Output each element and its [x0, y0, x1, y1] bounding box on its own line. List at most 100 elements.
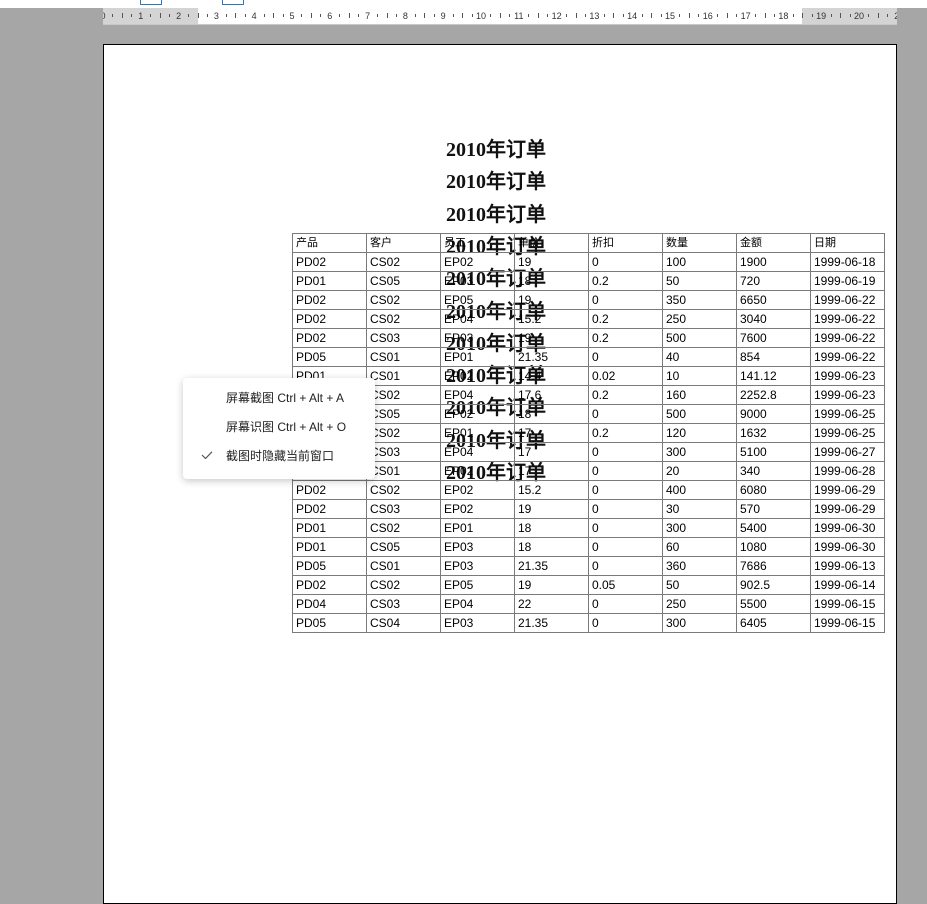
horizontal-ruler[interactable]: 012345678910111213141516171819202: [103, 8, 897, 25]
table-cell[interactable]: 250: [662, 594, 737, 614]
table-cell[interactable]: EP04: [440, 442, 515, 462]
table-cell[interactable]: CS03: [366, 499, 441, 519]
table-cell[interactable]: 2252.8: [736, 385, 811, 405]
menu-item-hide-window[interactable]: 截图时隐藏当前窗口: [183, 442, 375, 471]
table-cell[interactable]: 6650: [736, 290, 811, 310]
table-cell[interactable]: 902.5: [736, 575, 811, 595]
table-cell[interactable]: 14.4: [514, 366, 589, 386]
toolbar-button[interactable]: [140, 0, 162, 5]
table-cell[interactable]: PD01: [292, 537, 367, 557]
table-cell[interactable]: 22: [514, 594, 589, 614]
table-cell[interactable]: PD04: [292, 594, 367, 614]
table-cell[interactable]: 7686: [736, 556, 811, 576]
table-cell[interactable]: 21.35: [514, 613, 589, 633]
table-cell[interactable]: PD05: [292, 347, 367, 367]
table-cell[interactable]: 19: [514, 575, 589, 595]
table-cell[interactable]: PD05: [292, 613, 367, 633]
table-cell[interactable]: 50: [662, 271, 737, 291]
table-cell[interactable]: 1999-06-15: [810, 594, 885, 614]
table-cell[interactable]: PD02: [292, 252, 367, 272]
table-cell[interactable]: 720: [736, 271, 811, 291]
table-cell[interactable]: CS04: [366, 613, 441, 633]
table-cell[interactable]: 360: [662, 556, 737, 576]
menu-item-screenshot[interactable]: 屏幕截图 Ctrl + Alt + A: [183, 384, 375, 413]
table-cell[interactable]: 18: [514, 537, 589, 557]
table-cell[interactable]: PD02: [292, 309, 367, 329]
table-cell[interactable]: 1999-06-30: [810, 537, 885, 557]
table-cell[interactable]: 40: [662, 347, 737, 367]
table-cell[interactable]: 0.05: [588, 575, 663, 595]
table-cell[interactable]: 0: [588, 404, 663, 424]
table-cell[interactable]: EP05: [440, 290, 515, 310]
table-cell[interactable]: EP04: [440, 594, 515, 614]
table-cell[interactable]: 0: [588, 252, 663, 272]
table-cell[interactable]: 17: [514, 461, 589, 481]
table-cell[interactable]: CS02: [366, 575, 441, 595]
table-cell[interactable]: 1999-06-19: [810, 271, 885, 291]
table-cell[interactable]: PD02: [292, 480, 367, 500]
table-cell[interactable]: 3040: [736, 309, 811, 329]
table-cell[interactable]: 6080: [736, 480, 811, 500]
table-cell[interactable]: 1999-06-23: [810, 385, 885, 405]
table-cell[interactable]: 1999-06-25: [810, 404, 885, 424]
table-cell[interactable]: CS03: [366, 442, 441, 462]
table-cell[interactable]: CS01: [366, 461, 441, 481]
table-cell[interactable]: 0.2: [588, 309, 663, 329]
orders-table[interactable]: 产品 客户 员工 单价 折扣 数量 金额 日期 PD02 CS02 EP02 19 0 100 1900 19…: [292, 233, 885, 633]
table-cell[interactable]: EP01: [440, 347, 515, 367]
table-cell[interactable]: 1999-06-23: [810, 366, 885, 386]
table-cell[interactable]: CS02: [366, 290, 441, 310]
table-cell[interactable]: 1080: [736, 537, 811, 557]
table-cell[interactable]: 15.2: [514, 480, 589, 500]
table-cell[interactable]: 854: [736, 347, 811, 367]
table-cell[interactable]: 1999-06-22: [810, 290, 885, 310]
table-cell[interactable]: 300: [662, 518, 737, 538]
table-cell[interactable]: 1999-06-22: [810, 309, 885, 329]
table-cell[interactable]: 17.6: [514, 385, 589, 405]
table-cell[interactable]: 0: [588, 442, 663, 462]
table-cell[interactable]: 141.12: [736, 366, 811, 386]
table-cell[interactable]: 0.2: [588, 271, 663, 291]
table-header-cell[interactable]: 单价: [514, 233, 589, 253]
table-cell[interactable]: EP02: [440, 366, 515, 386]
table-cell[interactable]: 1999-06-29: [810, 480, 885, 500]
table-cell[interactable]: PD02: [292, 290, 367, 310]
table-cell[interactable]: EP02: [440, 404, 515, 424]
table-cell[interactable]: 15.2: [514, 309, 589, 329]
table-cell[interactable]: CS05: [366, 271, 441, 291]
table-header-cell[interactable]: 金额: [736, 233, 811, 253]
table-cell[interactable]: EP03: [440, 537, 515, 557]
table-cell[interactable]: 21.35: [514, 556, 589, 576]
table-cell[interactable]: 0.2: [588, 328, 663, 348]
table-cell[interactable]: 0: [588, 594, 663, 614]
table-header-cell[interactable]: 员工: [440, 233, 515, 253]
table-cell[interactable]: CS02: [366, 252, 441, 272]
table-cell[interactable]: 1999-06-22: [810, 328, 885, 348]
table-cell[interactable]: 0: [588, 518, 663, 538]
table-cell[interactable]: 19: [514, 499, 589, 519]
table-cell[interactable]: EP04: [440, 385, 515, 405]
table-cell[interactable]: 20: [662, 461, 737, 481]
table-cell[interactable]: PD01: [292, 271, 367, 291]
table-cell[interactable]: 17: [514, 423, 589, 443]
table-header-cell[interactable]: 数量: [662, 233, 737, 253]
table-cell[interactable]: EP03: [440, 271, 515, 291]
table-cell[interactable]: 1999-06-28: [810, 461, 885, 481]
table-cell[interactable]: 1999-06-27: [810, 442, 885, 462]
table-cell[interactable]: 0.2: [588, 385, 663, 405]
table-cell[interactable]: 19: [514, 328, 589, 348]
table-cell[interactable]: 18: [514, 518, 589, 538]
table-header-cell[interactable]: 折扣: [588, 233, 663, 253]
table-cell[interactable]: EP03: [440, 328, 515, 348]
table-cell[interactable]: 1632: [736, 423, 811, 443]
table-cell[interactable]: CS02: [366, 385, 441, 405]
table-cell[interactable]: 0: [588, 461, 663, 481]
table-cell[interactable]: 60: [662, 537, 737, 557]
table-cell[interactable]: EP02: [440, 252, 515, 272]
table-cell[interactable]: 0: [588, 613, 663, 633]
table-cell[interactable]: 0.02: [588, 366, 663, 386]
table-cell[interactable]: EP02: [440, 480, 515, 500]
table-cell[interactable]: 1999-06-22: [810, 347, 885, 367]
table-cell[interactable]: 1999-06-18: [810, 252, 885, 272]
table-cell[interactable]: CS02: [366, 518, 441, 538]
